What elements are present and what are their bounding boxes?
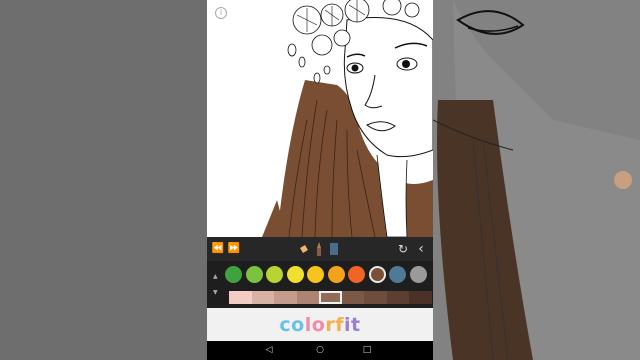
shade-swatch[interactable]	[296, 291, 320, 304]
palette-down-arrow-icon[interactable]: ▼	[213, 289, 218, 296]
color-swatch[interactable]	[348, 266, 365, 283]
logo-letter: o	[311, 314, 326, 336]
shade-swatch[interactable]	[251, 291, 275, 304]
background-zoomed-illustration	[433, 0, 640, 360]
logo-letter: f	[335, 314, 344, 336]
color-swatch[interactable]	[245, 266, 263, 283]
logo-letter: c	[279, 314, 292, 336]
rewind-icon[interactable]: ⏪	[211, 237, 225, 261]
pencil-icon	[330, 243, 338, 255]
shade-swatch[interactable]	[386, 291, 410, 304]
color-swatch[interactable]	[409, 266, 427, 283]
portrait-illustration[interactable]	[207, 0, 433, 237]
info-icon[interactable]: i	[215, 7, 227, 19]
color-swatch[interactable]	[368, 266, 386, 283]
shade-swatch[interactable]	[319, 291, 342, 304]
nav-recents-icon[interactable]: □	[357, 341, 377, 360]
color-palette: ▲ ▼	[207, 261, 433, 308]
app-window: i ⏪ ⏩ ↻ ‹ ▲ ▼ colorfit ◁ ○ □	[207, 0, 433, 360]
back-icon[interactable]: ‹	[415, 237, 427, 261]
color-swatch[interactable]	[327, 266, 345, 283]
brush-icon	[317, 242, 321, 256]
logo-letter: l	[304, 314, 312, 336]
fill-bucket-tool[interactable]	[298, 237, 310, 261]
color-swatch[interactable]	[307, 266, 324, 283]
fast-forward-icon[interactable]: ⏩	[227, 237, 241, 261]
shade-swatch[interactable]	[364, 291, 387, 304]
shade-swatch[interactable]	[229, 291, 252, 304]
color-swatch[interactable]	[225, 266, 242, 283]
shade-swatch[interactable]	[341, 291, 365, 304]
color-swatch[interactable]	[266, 266, 283, 283]
refresh-icon[interactable]: ↻	[396, 237, 410, 261]
background-left	[0, 0, 207, 360]
shade-swatch[interactable]	[274, 291, 297, 304]
tool-toolbar: ⏪ ⏩ ↻ ‹	[207, 237, 433, 261]
logo-letter: i	[343, 314, 351, 336]
logo-letter: r	[325, 314, 336, 336]
nav-home-icon[interactable]: ○	[310, 341, 330, 360]
nav-back-icon[interactable]: ◁	[259, 341, 279, 360]
brush-tool[interactable]	[314, 237, 324, 261]
android-nav-bar: ◁ ○ □	[207, 341, 433, 360]
color-swatch[interactable]	[286, 266, 304, 283]
logo-letter: t	[350, 314, 361, 336]
brand-banner: colorfit	[207, 308, 433, 341]
color-swatch[interactable]	[389, 266, 406, 283]
shade-swatch[interactable]	[409, 291, 432, 304]
background-right	[433, 0, 640, 360]
logo-letter: o	[291, 314, 305, 336]
pencil-tool[interactable]	[329, 237, 339, 261]
fill-bucket-icon	[300, 245, 308, 253]
palette-up-arrow-icon[interactable]: ▲	[213, 273, 218, 280]
colorfit-logo: colorfit	[279, 314, 360, 336]
coloring-canvas[interactable]: i	[207, 0, 433, 237]
